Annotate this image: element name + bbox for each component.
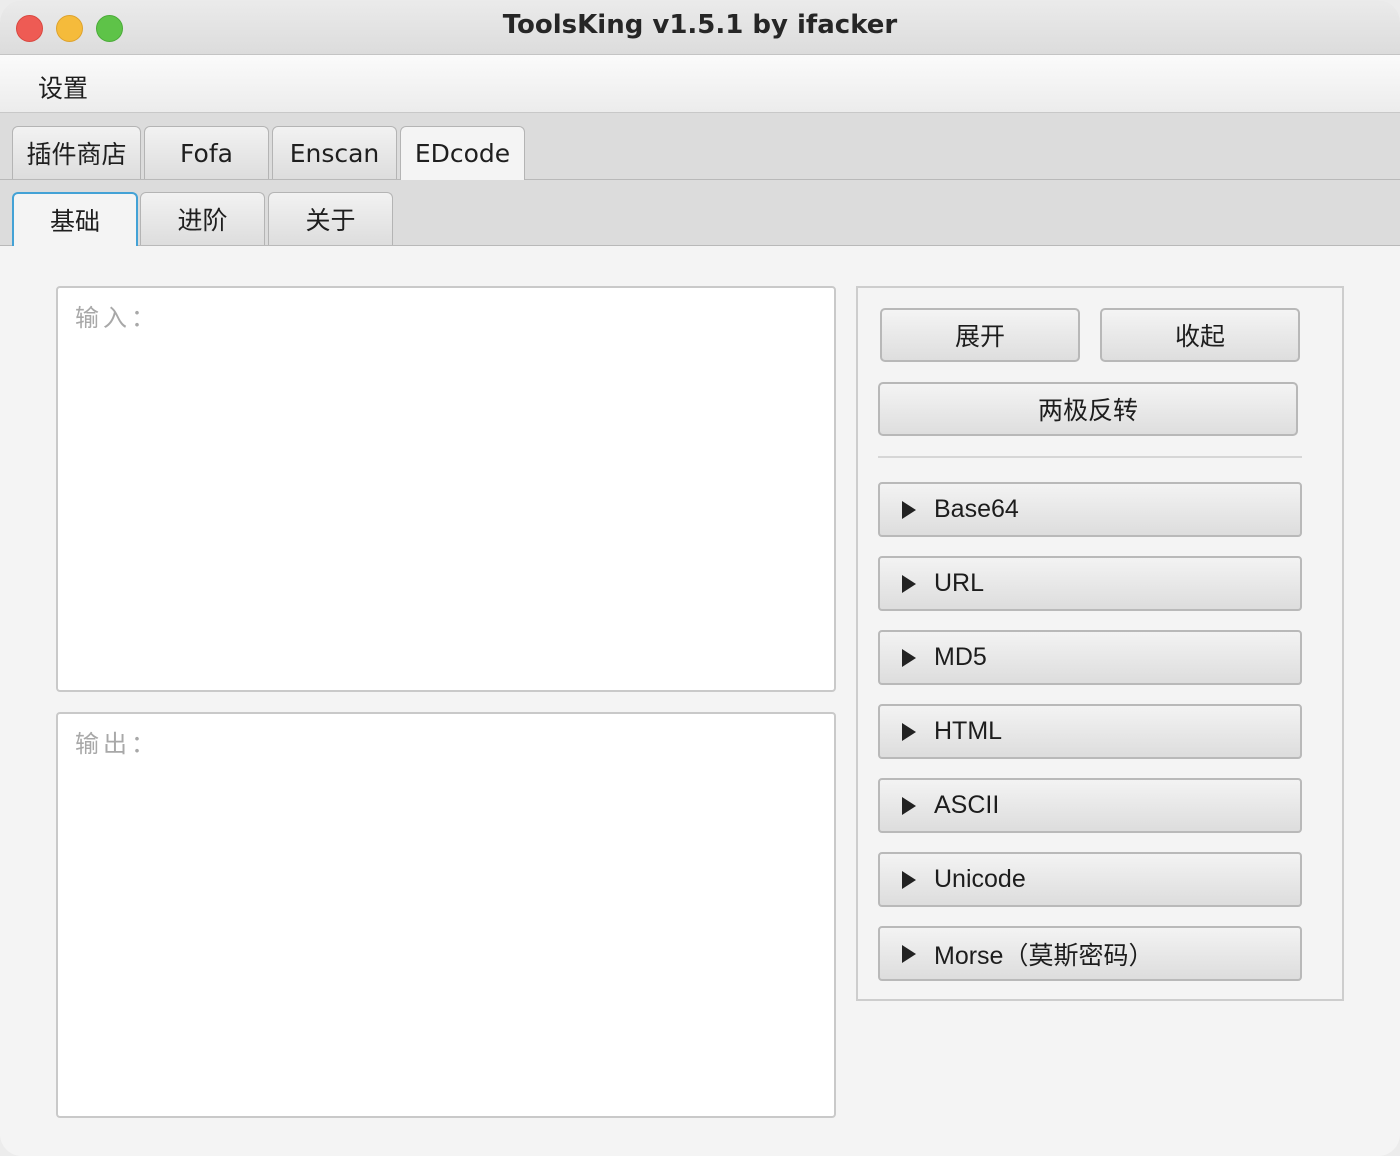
input-placeholder: 输入： xyxy=(75,304,159,332)
triangle-right-icon xyxy=(902,870,916,889)
pane-ascii[interactable]: ASCII xyxy=(878,778,1302,833)
tab-plugin-store[interactable]: 插件商店 xyxy=(12,126,141,179)
triangle-right-icon xyxy=(902,574,916,593)
pane-md5[interactable]: MD5 xyxy=(878,630,1302,685)
pane-html[interactable]: HTML xyxy=(878,704,1302,759)
edcode-basic-panel: 输入： 输出： 展开 收起 两极反转 Base64 URL MD5 HTML A… xyxy=(0,246,1400,1156)
tab-advanced[interactable]: 进阶 xyxy=(140,192,265,245)
triangle-right-icon xyxy=(902,500,916,519)
tab-fofa[interactable]: Fofa xyxy=(144,126,269,179)
expand-button[interactable]: 展开 xyxy=(880,308,1080,362)
invert-button[interactable]: 两极反转 xyxy=(878,382,1298,436)
pane-label: MD5 xyxy=(934,643,987,671)
codec-panel: 展开 收起 两极反转 Base64 URL MD5 HTML ASCII Uni… xyxy=(856,286,1344,1001)
tab-basic[interactable]: 基础 xyxy=(12,192,138,246)
triangle-right-icon xyxy=(902,648,916,667)
window-title: ToolsKing v1.5.1 by ifacker xyxy=(502,10,898,40)
output-placeholder: 输出： xyxy=(75,730,159,758)
tab-about[interactable]: 关于 xyxy=(268,192,393,245)
main-tab-bar: 插件商店 Fofa Enscan EDcode xyxy=(0,113,1400,180)
triangle-right-icon xyxy=(902,944,916,963)
pane-unicode[interactable]: Unicode xyxy=(878,852,1302,907)
pane-morse[interactable]: Morse（莫斯密码） xyxy=(878,926,1302,981)
menu-settings[interactable]: 设置 xyxy=(38,69,88,105)
pane-label: URL xyxy=(934,569,985,597)
triangle-right-icon xyxy=(902,722,916,741)
title-bar[interactable]: ToolsKing v1.5.1 by ifacker xyxy=(0,0,1400,55)
sub-tab-bar: 基础 进阶 关于 xyxy=(0,180,1400,246)
pane-label: ASCII xyxy=(934,791,1000,819)
triangle-right-icon xyxy=(902,796,916,815)
app-window: ToolsKing v1.5.1 by ifacker 设置 插件商店 Fofa… xyxy=(0,0,1400,1156)
pane-label: HTML xyxy=(934,717,1003,745)
tab-edcode[interactable]: EDcode xyxy=(400,126,525,180)
tab-enscan[interactable]: Enscan xyxy=(272,126,397,179)
collapse-button[interactable]: 收起 xyxy=(1100,308,1300,362)
pane-label: Unicode xyxy=(934,865,1026,893)
output-textarea[interactable]: 输出： xyxy=(56,712,836,1118)
pane-label: Morse（莫斯密码） xyxy=(934,941,1154,970)
input-textarea[interactable]: 输入： xyxy=(56,286,836,692)
pane-url[interactable]: URL xyxy=(878,556,1302,611)
divider xyxy=(878,456,1302,458)
menu-bar: 设置 xyxy=(0,55,1400,113)
pane-label: Base64 xyxy=(934,495,1019,523)
pane-base64[interactable]: Base64 xyxy=(878,482,1302,537)
